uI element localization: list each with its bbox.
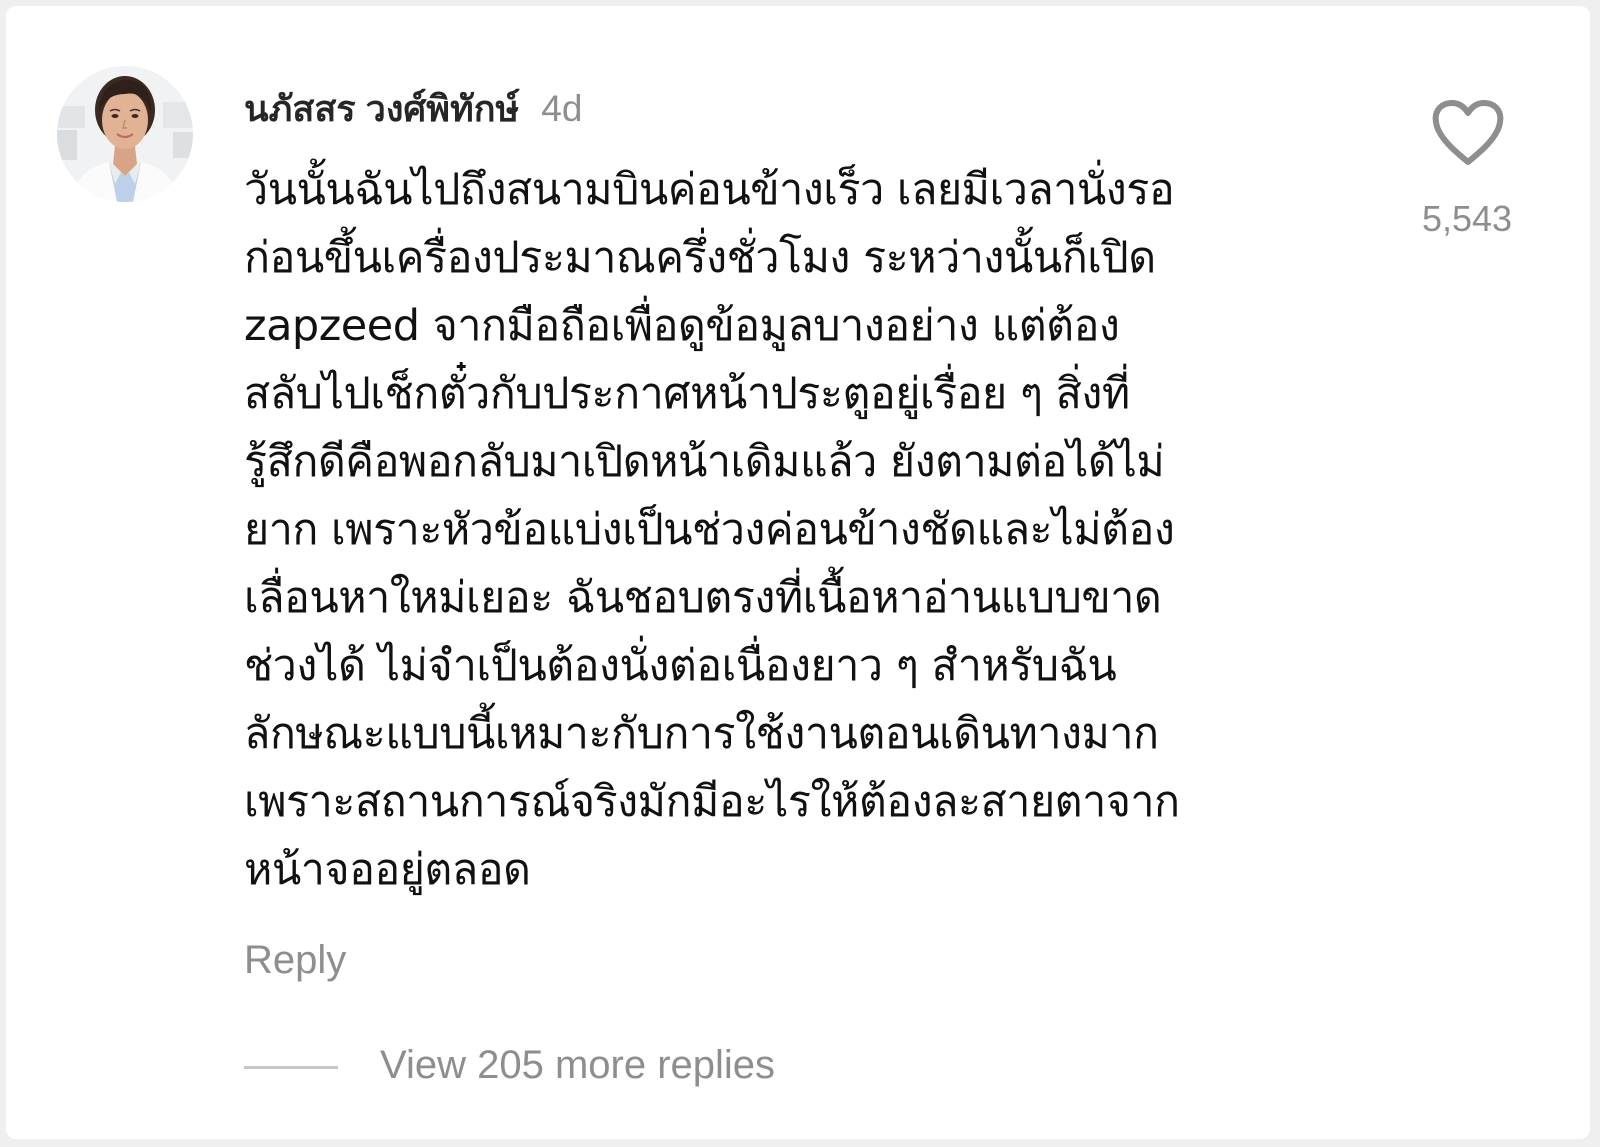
comment-text-line: zapzeed จากมือถือเพื่อดูข้อมูลบางอย่าง แ… [244, 301, 1120, 351]
comment-text-line: สลับไปเช็กตั๋วกับประกาศหน้าประตูอยู่เรื่… [244, 369, 1130, 419]
comment-header: นภัสสร วงศ์พิทักษ์ 4d [244, 80, 582, 130]
like-button[interactable] [1430, 98, 1506, 168]
timestamp: 4d [541, 88, 583, 129]
comment-text-line: รู้สึกดีคือพอกลับมาเปิดหน้าเดิมแล้ว ยังต… [244, 437, 1165, 487]
comment-text-line: หน้าจออยู่ตลอด [244, 845, 531, 895]
comment-text-line: วันนั้นฉันไปถึงสนามบินค่อนข้างเร็ว เลยมี… [244, 165, 1175, 215]
heart-outline-icon [1432, 100, 1504, 165]
comment-card: นภัสสร วงศ์พิทักษ์ 4d วันนั้นฉันไปถึงสนา… [6, 6, 1590, 1139]
comment-text-line: เพราะสถานการณ์จริงมักมีอะไรให้ต้องละสายต… [244, 777, 1180, 827]
reply-button[interactable]: Reply [244, 938, 346, 983]
like-count: 5,543 [1421, 198, 1513, 239]
comment-text-line: ช่วงได้ ไม่จำเป็นต้องนั่งต่อเนื่องยาว ๆ … [244, 641, 1117, 691]
replies-divider [244, 1066, 338, 1069]
avatar-image [57, 66, 193, 202]
comment-text-line: เลื่อนหาใหม่เยอะ ฉันชอบตรงที่เนื้อหาอ่าน… [244, 573, 1162, 623]
comment-text: วันนั้นฉันไปถึงสนามบินค่อนข้างเร็ว เลยมี… [244, 156, 1354, 904]
comment-text-line: ก่อนขึ้นเครื่องประมาณครึ่งชั่วโมง ระหว่า… [244, 233, 1156, 283]
avatar[interactable] [57, 66, 193, 202]
comment-text-line: ลักษณะแบบนี้เหมาะกับการใช้งานตอนเดินทางม… [244, 709, 1159, 759]
view-replies-button[interactable]: View 205 more replies [380, 1043, 775, 1088]
comment-text-line: ยาก เพราะหัวข้อแบ่งเป็นช่วงค่อนข้างชัดแล… [244, 505, 1175, 555]
username[interactable]: นภัสสร วงศ์พิทักษ์ [244, 80, 519, 137]
